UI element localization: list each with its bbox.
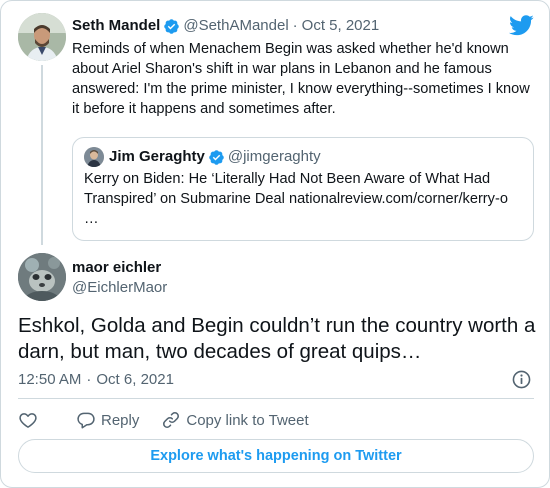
tweet-timestamp[interactable]: 12:50 AM · Oct 6, 2021 (18, 370, 174, 390)
parent-tweet-text: Reminds of when Menachem Begin was asked… (72, 41, 530, 117)
reply-label: Reply (101, 411, 140, 429)
avatar[interactable] (18, 253, 66, 301)
separator-dot: · (292, 17, 298, 34)
reply-bubble-icon (77, 412, 95, 429)
like-button[interactable] (18, 410, 43, 430)
quoted-author-handle: @jimgeraghty (227, 148, 321, 165)
embedded-tweet-card: Seth Mandel @SethAMandel · Oct 5, 2021 R… (0, 0, 550, 488)
author-name[interactable]: maor eichler (72, 258, 161, 278)
explore-twitter-button[interactable]: Explore what's happening on Twitter (18, 439, 534, 473)
quoted-text-line: Transpired’ on Submarine Deal nationalre… (84, 191, 508, 207)
link-icon (163, 412, 180, 428)
tweet-text: Eshkol, Golda and Begin couldn’t run the… (18, 314, 536, 363)
quoted-text-line: Kerry on Biden: He ‘Literally Had Not Be… (84, 171, 491, 187)
tweet-date: Oct 6, 2021 (96, 371, 174, 388)
thread-connector-line (41, 65, 43, 245)
copy-link-button[interactable]: Copy link to Tweet (161, 410, 309, 430)
info-icon[interactable] (511, 369, 532, 390)
separator-dot: · (86, 371, 92, 388)
avatar[interactable] (18, 13, 66, 61)
twitter-bird-icon[interactable] (509, 15, 534, 36)
tweet-time: 12:50 AM (18, 371, 82, 388)
author-handle[interactable]: @EichlerMaor (72, 278, 167, 298)
verified-badge-icon (164, 18, 180, 34)
quoted-text-ellipsis: … (84, 211, 99, 227)
parent-tweet-header: Seth Mandel @SethAMandel · Oct 5, 2021 (72, 16, 379, 36)
reply-button[interactable]: Reply (76, 410, 139, 430)
heart-icon (19, 413, 37, 428)
author-name[interactable]: Seth Mandel (72, 16, 160, 36)
verified-badge-icon (209, 149, 224, 165)
copy-link-label: Copy link to Tweet (186, 411, 309, 429)
divider (18, 398, 534, 399)
tweet-date[interactable]: Oct 5, 2021 (302, 16, 380, 36)
quoted-tweet[interactable]: Jim Geraghty @jimgeraghty Kerry on Biden… (72, 137, 534, 241)
avatar (84, 147, 104, 167)
quoted-tweet-text: Kerry on Biden: He ‘Literally Had Not Be… (84, 169, 524, 229)
tweet-actions: Reply Copy link to Tweet (18, 409, 331, 431)
quoted-author-name: Jim Geraghty (109, 148, 205, 165)
quoted-tweet-header: Jim Geraghty @jimgeraghty (109, 147, 321, 167)
author-handle[interactable]: @SethAMandel (183, 16, 288, 36)
